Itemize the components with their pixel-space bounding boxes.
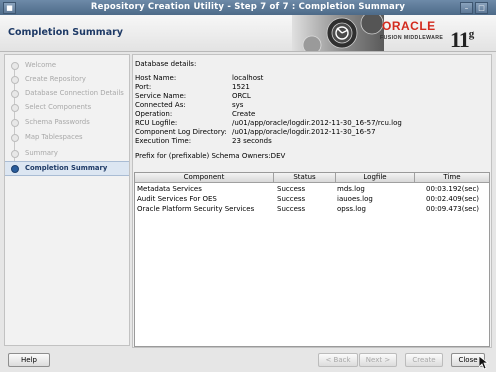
detail-key: Component Log Directory: xyxy=(135,128,227,136)
back-button[interactable]: < Back xyxy=(318,353,358,367)
detail-key: Operation: xyxy=(135,110,173,118)
detail-key: Host Name: xyxy=(135,74,177,82)
step-icon xyxy=(11,119,19,127)
next-button[interactable]: Next > xyxy=(359,353,397,367)
minimize-icon[interactable]: – xyxy=(460,2,473,14)
column-header-status[interactable]: Status xyxy=(274,173,336,183)
nav-item-label: Welcome xyxy=(25,61,57,69)
cell-logfile: opss.log xyxy=(337,205,366,213)
window-title-bar[interactable]: Repository Creation Utility - Step 7 of … xyxy=(0,0,496,15)
nav-item-label: Completion Summary xyxy=(25,164,108,172)
nav-item-label: Schema Passwords xyxy=(25,118,90,126)
nav-item-database-connection-details: Database Connection Details xyxy=(5,87,129,100)
nav-item-create-repository: Create Repository xyxy=(5,73,129,86)
version-suffix: g xyxy=(468,28,474,40)
step-icon xyxy=(11,134,19,142)
cell-component: Audit Services For OES xyxy=(137,195,217,203)
window-menu-icon[interactable]: ■ xyxy=(3,2,16,14)
detail-key: Port: xyxy=(135,83,152,91)
nav-item-label: Map Tablespaces xyxy=(25,133,83,141)
detail-value: 23 seconds xyxy=(232,137,272,145)
wizard-header: Completion Summary ORACLE FUSION MIDDLEW… xyxy=(0,15,496,52)
detail-key: RCU Logfile: xyxy=(135,119,178,127)
component-results-table: Component Status Logfile Time Metadata S… xyxy=(134,172,490,347)
detail-value: sys xyxy=(232,101,244,109)
maximize-icon[interactable]: □ xyxy=(475,2,488,14)
cell-component: Oracle Platform Security Services xyxy=(137,205,255,213)
column-header-logfile[interactable]: Logfile xyxy=(336,173,415,183)
nav-item-welcome: Welcome xyxy=(5,59,129,72)
version-logo: 11g xyxy=(450,27,474,53)
summary-content: Database details: Host Name: localhost P… xyxy=(132,54,492,348)
cell-logfile: iauoes.log xyxy=(337,195,373,203)
detail-value: ORCL xyxy=(232,92,251,100)
column-header-time[interactable]: Time xyxy=(415,173,489,183)
cell-logfile: mds.log xyxy=(337,185,365,193)
cell-component: Metadata Services xyxy=(137,185,202,193)
nav-item-completion-summary: Completion Summary xyxy=(5,161,129,176)
cell-time: 00:03.192(sec) xyxy=(426,185,480,193)
detail-key: Connected As: xyxy=(135,101,186,109)
nav-item-label: Database Connection Details xyxy=(25,89,124,97)
mouse-pointer-icon xyxy=(479,356,489,370)
detail-value: /u01/app/oracle/logdir.2012-11-30_16-57/… xyxy=(232,119,402,127)
database-details-title: Database details: xyxy=(135,60,197,68)
current-step-icon xyxy=(11,165,19,173)
nav-item-summary: Summary xyxy=(5,147,129,160)
cell-status: Success xyxy=(277,205,306,213)
detail-key: Execution Time: xyxy=(135,137,192,145)
version-number: 11 xyxy=(450,27,470,52)
cell-status: Success xyxy=(277,195,306,203)
wizard-steps-nav: Welcome Create Repository Database Conne… xyxy=(4,54,130,346)
step-icon xyxy=(11,104,19,112)
step-icon xyxy=(11,76,19,84)
column-header-component[interactable]: Component xyxy=(135,173,274,183)
nav-item-label: Create Repository xyxy=(25,75,86,83)
oracle-logo: ORACLE FUSION MIDDLEWARE xyxy=(378,18,450,48)
oracle-brand: ORACLE xyxy=(382,19,436,33)
step-icon xyxy=(11,62,19,70)
nav-item-select-components: Select Components xyxy=(5,101,129,114)
schema-prefix-text: Prefix for (prefixable) Schema Owners:DE… xyxy=(135,152,286,160)
detail-value: 1521 xyxy=(232,83,250,91)
nav-item-label: Summary xyxy=(25,149,58,157)
gear-graphic xyxy=(292,15,384,51)
window-title: Repository Creation Utility - Step 7 of … xyxy=(90,2,406,12)
step-icon xyxy=(11,150,19,158)
step-icon xyxy=(11,90,19,98)
nav-item-map-tablespaces: Map Tablespaces xyxy=(5,131,129,144)
detail-value: Create xyxy=(232,110,256,118)
cell-time: 00:09.473(sec) xyxy=(426,205,480,213)
help-button[interactable]: Help xyxy=(8,353,50,367)
oracle-fusion-middleware: FUSION MIDDLEWARE xyxy=(380,35,444,41)
detail-value: /u01/app/oracle/logdir.2012-11-30_16-57 xyxy=(232,128,376,136)
cell-time: 00:02.409(sec) xyxy=(426,195,480,203)
nav-item-schema-passwords: Schema Passwords xyxy=(5,116,129,129)
detail-key: Service Name: xyxy=(135,92,187,100)
nav-item-label: Select Components xyxy=(25,103,92,111)
page-title: Completion Summary xyxy=(8,27,123,38)
cell-status: Success xyxy=(277,185,306,193)
detail-value: localhost xyxy=(232,74,264,82)
create-button[interactable]: Create xyxy=(405,353,443,367)
